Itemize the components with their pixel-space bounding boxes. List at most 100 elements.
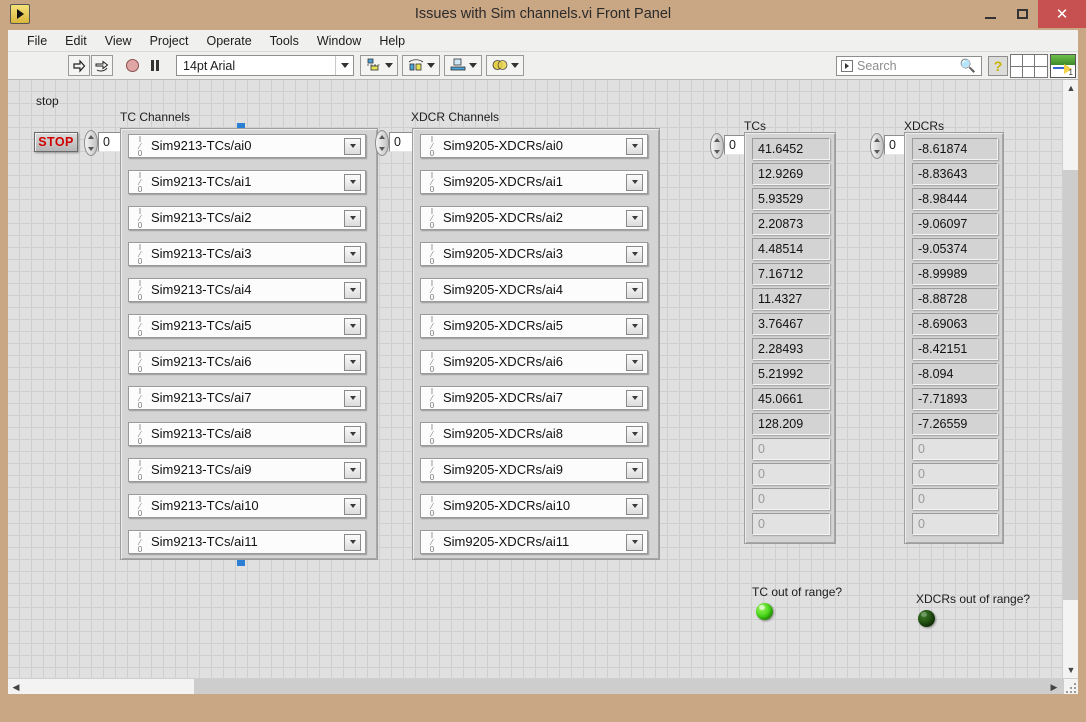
tc-channel-item[interactable]: I ⁄ 0 Sim9213-TCs/ai9 xyxy=(128,458,366,482)
tc-channel-item[interactable]: I ⁄ 0 Sim9213-TCs/ai5 xyxy=(128,314,366,338)
scroll-left-icon[interactable]: ◀ xyxy=(8,679,24,694)
scroll-down-icon[interactable]: ▼ xyxy=(1063,662,1078,678)
chevron-down-icon[interactable] xyxy=(626,173,643,191)
search-placeholder: Search xyxy=(857,59,897,73)
xdcr-channel-item[interactable]: I ⁄ 0 Sim9205-XDCRs/ai9 xyxy=(420,458,648,482)
chevron-down-icon[interactable] xyxy=(344,389,361,407)
chevron-down-icon[interactable] xyxy=(344,461,361,479)
io-channel-icon: I ⁄ 0 xyxy=(137,422,143,446)
xdcr-channel-item[interactable]: I ⁄ 0 Sim9205-XDCRs/ai8 xyxy=(420,422,648,446)
chevron-down-icon[interactable] xyxy=(344,533,361,551)
font-selector[interactable]: 14pt Arial xyxy=(176,55,354,76)
xdcrs-array[interactable]: -8.61874 -8.83643 -8.98444 -9.06097 -9.05374… xyxy=(904,132,1004,544)
tc-channel-item[interactable]: I ⁄ 0 Sim9213-TCs/ai10 xyxy=(128,494,366,518)
xdcr-channel-item[interactable]: I ⁄ 0 Sim9205-XDCRs/ai10 xyxy=(420,494,648,518)
chevron-down-icon[interactable] xyxy=(344,425,361,443)
horizontal-scrollbar-thumb[interactable] xyxy=(194,679,1064,694)
menu-item-view[interactable]: View xyxy=(96,32,141,50)
tc-channel-item[interactable]: I ⁄ 0 Sim9213-TCs/ai4 xyxy=(128,278,366,302)
chevron-down-icon[interactable] xyxy=(626,137,643,155)
menu-item-edit[interactable]: Edit xyxy=(56,32,96,50)
tc-channel-item[interactable]: I ⁄ 0 Sim9213-TCs/ai3 xyxy=(128,242,366,266)
chevron-down-icon[interactable] xyxy=(344,137,361,155)
horizontal-scrollbar[interactable]: ◀ ▶ xyxy=(8,678,1078,694)
chevron-down-icon[interactable] xyxy=(344,209,361,227)
abort-execution-icon[interactable] xyxy=(121,55,143,76)
menu-item-window[interactable]: Window xyxy=(308,32,370,50)
stop-button[interactable]: STOP xyxy=(34,132,78,152)
context-help-button[interactable]: ? xyxy=(988,56,1008,76)
chevron-down-icon[interactable] xyxy=(626,281,643,299)
minimize-button[interactable] xyxy=(974,0,1006,28)
scroll-right-icon[interactable]: ▶ xyxy=(1046,679,1062,694)
xdcr-channel-item[interactable]: I ⁄ 0 Sim9205-XDCRs/ai0 xyxy=(420,134,648,158)
menu-item-project[interactable]: Project xyxy=(141,32,198,50)
xdcr-channel-item[interactable]: I ⁄ 0 Sim9205-XDCRs/ai7 xyxy=(420,386,648,410)
tcs-index-spinner[interactable] xyxy=(710,133,724,159)
menu-item-file[interactable]: File xyxy=(18,32,56,50)
search-input[interactable]: Search 🔍 xyxy=(836,56,982,76)
run-continuously-icon[interactable] xyxy=(91,55,113,76)
chevron-down-icon[interactable] xyxy=(626,389,643,407)
io-channel-icon: I ⁄ 0 xyxy=(137,530,143,554)
chevron-down-icon[interactable] xyxy=(626,497,643,515)
chevron-down-icon[interactable] xyxy=(626,209,643,227)
chevron-down-icon[interactable] xyxy=(626,245,643,263)
pause-icon[interactable] xyxy=(144,55,166,76)
tcs-array[interactable]: 41.6452 12.9269 5.93529 2.20873 4.48514 7.167… xyxy=(744,132,836,544)
chevron-down-icon[interactable] xyxy=(626,317,643,335)
xdcr-channels-array[interactable]: I ⁄ 0 Sim9205-XDCRs/ai0 I ⁄ 0 Sim9205-XDCRs/ai1… xyxy=(412,128,660,560)
vertical-scrollbar-thumb[interactable] xyxy=(1063,170,1078,600)
chevron-down-icon[interactable] xyxy=(626,353,643,371)
xdcr-channel-item[interactable]: I ⁄ 0 Sim9205-XDCRs/ai11 xyxy=(420,530,648,554)
chevron-down-icon[interactable] xyxy=(344,317,361,335)
xdcr-channel-item[interactable]: I ⁄ 0 Sim9205-XDCRs/ai6 xyxy=(420,350,648,374)
close-button[interactable]: ✕ xyxy=(1038,0,1086,28)
chevron-down-icon[interactable] xyxy=(344,497,361,515)
chevron-down-icon[interactable] xyxy=(626,461,643,479)
io-channel-icon: I ⁄ 0 xyxy=(429,386,435,410)
maximize-button[interactable] xyxy=(1006,0,1038,28)
io-channel-icon: I ⁄ 0 xyxy=(429,170,435,194)
search-icon[interactable]: 🔍 xyxy=(960,58,976,74)
tc-channel-item[interactable]: I ⁄ 0 Sim9213-TCs/ai1 xyxy=(128,170,366,194)
tc-channels-array[interactable]: I ⁄ 0 Sim9213-TCs/ai0 I ⁄ 0 Sim9213-TCs/ai1 I ⁄ 0 S… xyxy=(120,128,378,560)
search-scope-icon[interactable] xyxy=(841,60,853,72)
chevron-down-icon[interactable] xyxy=(626,425,643,443)
chevron-down-icon[interactable] xyxy=(626,533,643,551)
tc-channel-item[interactable]: I ⁄ 0 Sim9213-TCs/ai6 xyxy=(128,350,366,374)
font-dropdown-chevron-down-icon[interactable] xyxy=(335,56,353,75)
xdcrs-index-spinner[interactable] xyxy=(870,133,884,159)
chevron-down-icon[interactable] xyxy=(344,245,361,263)
distribute-objects-icon[interactable] xyxy=(402,55,440,76)
xdcr-channel-item[interactable]: I ⁄ 0 Sim9205-XDCRs/ai3 xyxy=(420,242,648,266)
resize-objects-icon[interactable] xyxy=(444,55,482,76)
xdcr-channels-index-spinner[interactable] xyxy=(375,130,389,156)
tc-channel-item[interactable]: I ⁄ 0 Sim9213-TCs/ai7 xyxy=(128,386,366,410)
align-objects-icon[interactable] xyxy=(360,55,398,76)
xdcr-channel-item[interactable]: I ⁄ 0 Sim9205-XDCRs/ai2 xyxy=(420,206,648,230)
pane-layout-icon[interactable] xyxy=(1010,54,1048,78)
scroll-up-icon[interactable]: ▲ xyxy=(1063,80,1078,96)
xdcr-channel-item[interactable]: I ⁄ 0 Sim9205-XDCRs/ai1 xyxy=(420,170,648,194)
chevron-down-icon[interactable] xyxy=(344,353,361,371)
chevron-down-icon[interactable] xyxy=(344,173,361,191)
run-arrow-icon[interactable] xyxy=(68,55,90,76)
tc-channels-index-spinner[interactable] xyxy=(84,130,98,156)
menu-item-operate[interactable]: Operate xyxy=(197,32,260,50)
resize-grip-icon[interactable] xyxy=(1064,681,1076,693)
menu-item-tools[interactable]: Tools xyxy=(261,32,308,50)
xdcr-channel-item[interactable]: I ⁄ 0 Sim9205-XDCRs/ai4 xyxy=(420,278,648,302)
tc-channel-item[interactable]: I ⁄ 0 Sim9213-TCs/ai8 xyxy=(128,422,366,446)
tc-channel-item[interactable]: I ⁄ 0 Sim9213-TCs/ai11 xyxy=(128,530,366,554)
reorder-objects-icon[interactable] xyxy=(486,55,524,76)
menu-item-help[interactable]: Help xyxy=(370,32,414,50)
tc-channel-value: Sim9213-TCs/ai7 xyxy=(151,390,252,405)
tc-channel-item[interactable]: I ⁄ 0 Sim9213-TCs/ai0 xyxy=(128,134,366,158)
vi-icon[interactable]: 1 xyxy=(1050,54,1076,78)
tc-channel-item[interactable]: I ⁄ 0 Sim9213-TCs/ai2 xyxy=(128,206,366,230)
tcs-value-item: 0 xyxy=(752,438,830,460)
chevron-down-icon[interactable] xyxy=(344,281,361,299)
vertical-scrollbar[interactable]: ▲ ▼ xyxy=(1062,80,1078,678)
xdcr-channel-item[interactable]: I ⁄ 0 Sim9205-XDCRs/ai5 xyxy=(420,314,648,338)
